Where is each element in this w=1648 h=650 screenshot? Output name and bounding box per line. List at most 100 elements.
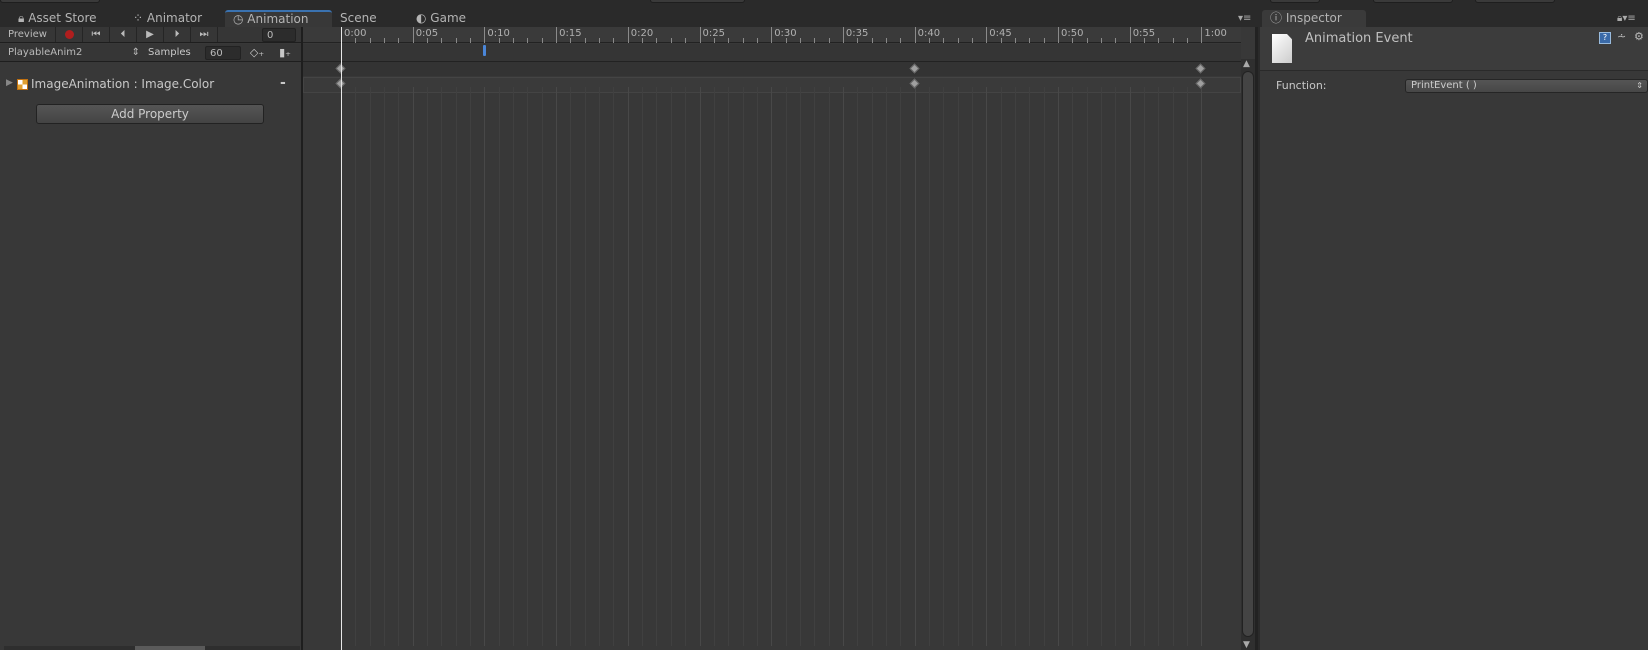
minor-tick <box>857 38 859 43</box>
major-tick <box>556 27 558 43</box>
grid-line <box>398 87 400 646</box>
play-icon: ▶ <box>146 29 154 40</box>
minor-tick <box>1000 38 1002 43</box>
minor-tick <box>871 38 873 43</box>
minor-tick <box>599 38 601 43</box>
add-property-button[interactable]: Add Property <box>36 104 264 124</box>
minor-tick <box>685 38 687 43</box>
add-keyframe-icon: ◇₊ <box>249 46 265 59</box>
event-row[interactable] <box>303 44 1241 62</box>
grid-line <box>484 87 486 646</box>
top-button[interactable] <box>0 0 100 3</box>
minor-tick <box>1187 38 1189 43</box>
grid-line <box>1172 87 1174 646</box>
animation-event-marker[interactable] <box>483 45 487 56</box>
minor-tick <box>943 38 945 43</box>
tab-game[interactable]: ◐ Game <box>408 10 474 27</box>
scroll-down-icon[interactable]: ▼ <box>1243 640 1250 650</box>
gear-icon[interactable]: ⚙ <box>1634 30 1644 43</box>
minor-tick <box>455 38 457 43</box>
grid-line <box>441 87 443 646</box>
minor-tick <box>470 38 472 43</box>
grid-line <box>355 87 357 646</box>
minor-tick <box>584 38 586 43</box>
grid-line <box>1058 87 1059 646</box>
minor-tick <box>1158 38 1160 43</box>
grid-line <box>584 87 586 646</box>
grid-line <box>914 87 916 646</box>
grid-line <box>527 87 529 646</box>
expand-arrow-icon[interactable]: ▶ <box>6 78 13 88</box>
next-key-button[interactable]: ⏵ <box>164 27 191 42</box>
minor-tick <box>1043 38 1045 43</box>
top-button[interactable] <box>1270 0 1320 3</box>
animation-window: Preview ⏮ ⏴ ▶ ⏵ ⏭ 0 PlayableAnim2 ⇕ Sampl… <box>0 27 1258 650</box>
grid-line <box>642 87 644 646</box>
preview-button[interactable]: Preview <box>0 27 56 42</box>
vertical-scrollbar[interactable]: ▲ ▼ <box>1241 59 1255 650</box>
major-tick <box>699 27 701 43</box>
grid-line <box>699 87 701 646</box>
grid-line <box>1072 87 1074 646</box>
grid-line <box>1029 87 1031 646</box>
grid-line <box>1043 87 1045 646</box>
minor-tick <box>814 38 816 43</box>
top-button[interactable] <box>1373 0 1453 3</box>
major-tick <box>412 27 414 43</box>
preset-icon[interactable]: ⩪ <box>1617 30 1626 43</box>
minor-tick <box>756 38 758 43</box>
frame-input[interactable]: 0 <box>262 28 296 42</box>
top-button[interactable] <box>1475 0 1555 3</box>
skip-end-icon: ⏭ <box>199 29 209 40</box>
minor-tick <box>828 38 830 43</box>
minor-tick <box>713 38 715 43</box>
grid-line <box>986 87 988 646</box>
property-row[interactable]: ▶ ImageAnimation : Image.Color - <box>0 75 300 94</box>
tab-scene[interactable]: Scene <box>332 10 385 27</box>
grid-line <box>498 87 500 646</box>
minor-tick <box>527 38 529 43</box>
samples-input[interactable]: 60 <box>205 46 241 60</box>
timeline-area[interactable]: 0:00 0:05 0:10 0:15 0:20 0:25 0:30 0:35 0:40 0:45… <box>303 27 1241 650</box>
grid-line <box>1187 87 1189 646</box>
tab-inspector[interactable]: ⓘ Inspector <box>1262 10 1366 27</box>
major-tick <box>986 27 988 43</box>
minor-tick <box>369 38 371 43</box>
first-key-button[interactable]: ⏮ <box>83 27 110 42</box>
minor-tick <box>384 38 386 43</box>
prev-key-button[interactable]: ⏴ <box>110 27 137 42</box>
minor-tick <box>541 38 543 43</box>
scroll-up-icon[interactable]: ▲ <box>1243 59 1250 69</box>
clip-selector[interactable]: PlayableAnim2 ⇕ <box>8 47 140 58</box>
play-button[interactable]: ▶ <box>137 27 164 42</box>
help-icon[interactable]: ? <box>1599 32 1611 44</box>
add-event-button[interactable]: ▮₊ <box>272 46 298 59</box>
playhead[interactable] <box>341 27 342 650</box>
function-dropdown[interactable]: PrintEvent ( ) ⇕ <box>1405 79 1648 93</box>
lock-icon[interactable]: 🔒︎▾≡ <box>1617 13 1636 24</box>
horizontal-scrollbar[interactable] <box>4 646 300 650</box>
grid-line <box>412 87 414 646</box>
tab-animator[interactable]: ⁘ Animator <box>125 10 210 27</box>
tab-asset-store[interactable]: 🔒︎ Asset Store <box>10 10 105 27</box>
remove-property-button[interactable]: - <box>280 75 286 91</box>
major-tick <box>771 27 773 43</box>
asset-store-icon: 🔒︎ <box>18 11 29 25</box>
inspector-panel: Animation Event ? ⩪ ⚙ Function: PrintEve… <box>1260 27 1648 650</box>
record-button[interactable] <box>56 27 83 42</box>
major-tick <box>842 27 844 43</box>
minor-tick <box>1144 38 1146 43</box>
last-key-button[interactable]: ⏭ <box>191 27 218 42</box>
minor-tick <box>1014 38 1016 43</box>
animator-icon: ⁘ <box>133 11 147 25</box>
tab-animation[interactable]: ◷ Animation <box>225 10 332 27</box>
panel-menu-icon[interactable]: ▾≡ <box>1238 13 1251 24</box>
clock-icon: ◷ <box>233 12 248 26</box>
grid-line <box>470 87 472 646</box>
grid-line <box>842 87 844 646</box>
clip-toolbar: PlayableAnim2 ⇕ Samples 60 ◇₊ ▮₊ <box>0 44 302 62</box>
minor-tick <box>355 38 357 43</box>
grid-line <box>613 87 615 646</box>
top-button[interactable] <box>650 0 745 3</box>
add-keyframe-button[interactable]: ◇₊ <box>244 46 270 59</box>
